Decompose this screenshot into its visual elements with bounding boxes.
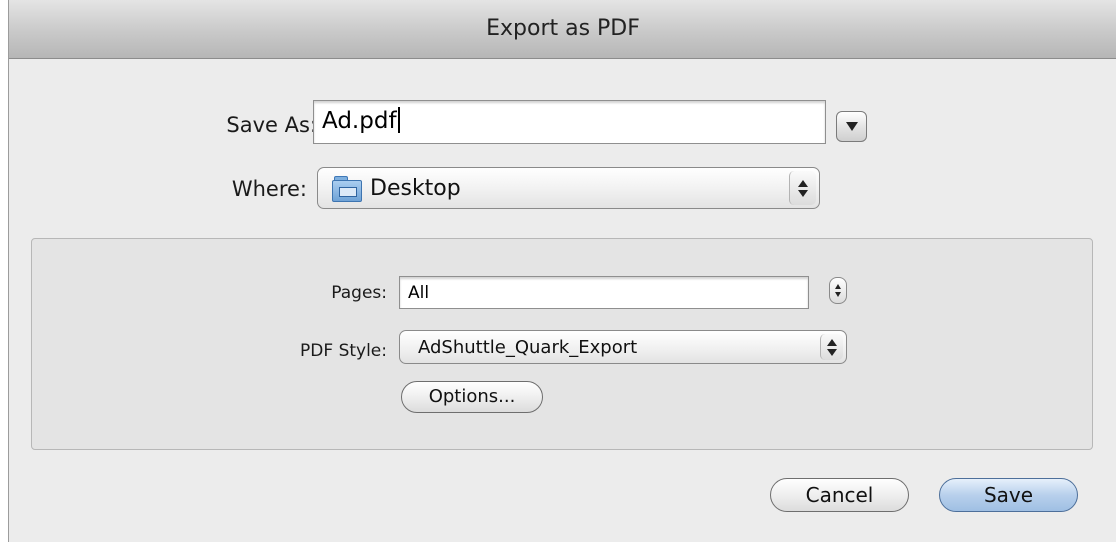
export-pdf-dialog: Export as PDF Save As: Ad.pdf Where: Des…: [8, 0, 1116, 542]
expand-dialog-button[interactable]: [836, 111, 867, 142]
cancel-button-label: Cancel: [805, 483, 874, 507]
where-label: Where:: [231, 177, 307, 201]
folder-icon: [332, 175, 362, 202]
where-value: Desktop: [370, 175, 461, 201]
dialog-title: Export as PDF: [486, 16, 640, 41]
save-button-label: Save: [983, 483, 1034, 507]
pdf-style-popup[interactable]: AdShuttle_Quark_Export: [399, 330, 847, 364]
pdf-style-label: PDF Style:: [300, 341, 387, 361]
save-button[interactable]: Save: [939, 478, 1078, 512]
stepper-up-icon: [835, 284, 841, 289]
text-caret: [397, 107, 400, 133]
options-button-label: Options...: [428, 386, 516, 407]
disclosure-triangle-icon: [845, 122, 858, 131]
stepper-down-icon: [835, 292, 841, 297]
pages-label: Pages:: [331, 283, 387, 303]
pages-stepper[interactable]: [829, 277, 847, 304]
cancel-button[interactable]: Cancel: [770, 478, 909, 512]
title-bar: Export as PDF: [9, 0, 1116, 59]
save-as-label: Save As:: [226, 113, 317, 137]
pages-input[interactable]: All: [399, 276, 809, 309]
where-popup[interactable]: Desktop: [317, 167, 820, 209]
pdf-style-value: AdShuttle_Quark_Export: [418, 336, 638, 358]
popup-arrows-icon: [820, 334, 843, 360]
options-button[interactable]: Options...: [401, 381, 543, 413]
pages-value: All: [408, 283, 430, 303]
save-as-value: Ad.pdf: [322, 108, 397, 134]
popup-arrows-icon: [789, 171, 816, 205]
save-as-input[interactable]: Ad.pdf: [313, 100, 826, 144]
